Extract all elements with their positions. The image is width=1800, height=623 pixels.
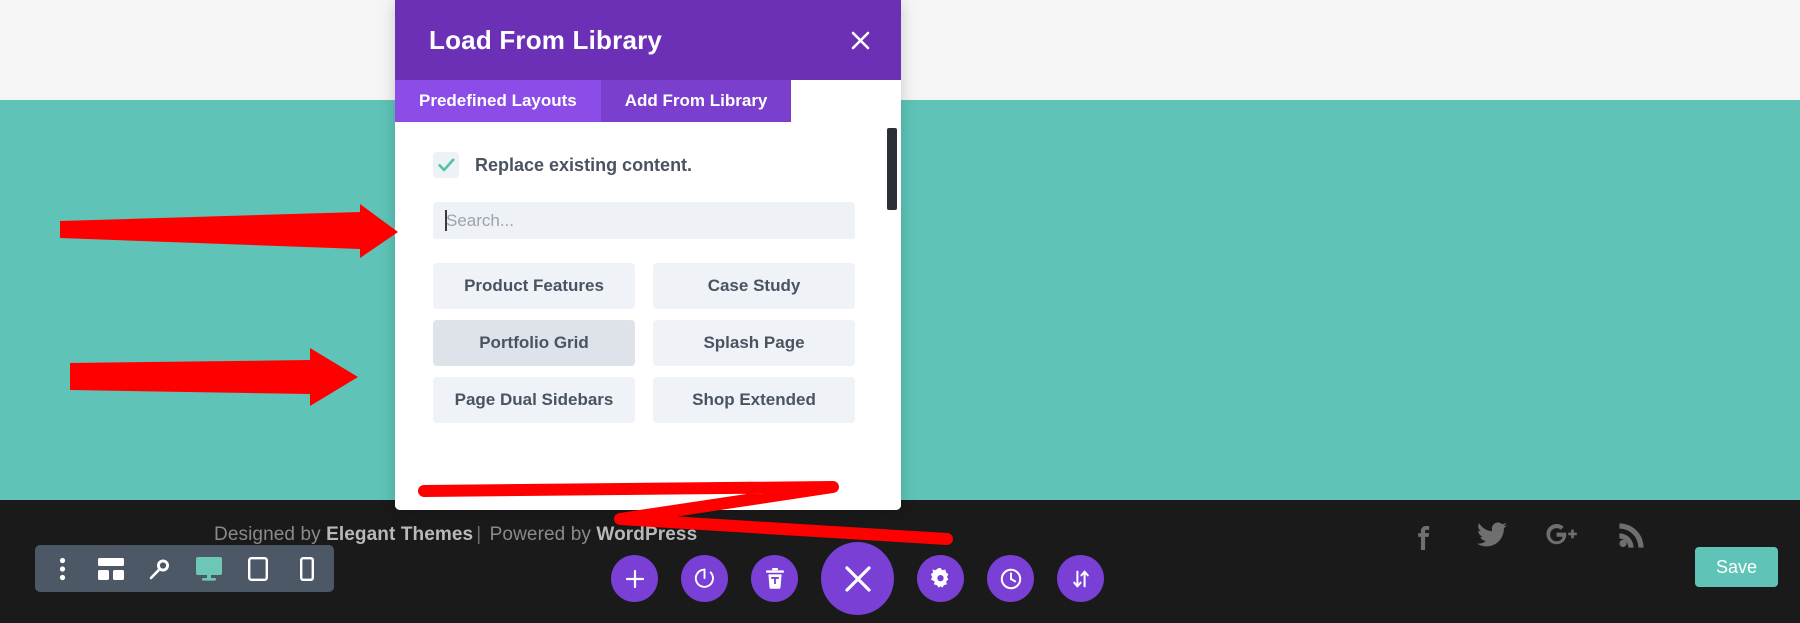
search-field-wrapper	[433, 202, 863, 239]
load-from-library-modal: Load From Library Predefined Layouts Add…	[395, 0, 901, 510]
google-plus-icon[interactable]	[1544, 517, 1580, 553]
layout-button-page-dual-sidebars[interactable]: Page Dual Sidebars	[433, 377, 635, 423]
layout-button-portfolio-grid[interactable]: Portfolio Grid	[433, 320, 635, 366]
credit-middle: Powered by	[484, 524, 597, 545]
modal-scrollbar-thumb[interactable]	[887, 128, 897, 210]
desktop-icon[interactable]	[194, 554, 224, 584]
predefined-layouts-grid: Product Features Case Study Portfolio Gr…	[433, 263, 863, 423]
wireframe-icon[interactable]	[96, 554, 126, 584]
history-icon[interactable]	[987, 555, 1034, 602]
more-options-icon[interactable]	[47, 554, 77, 584]
twitter-icon[interactable]	[1474, 517, 1510, 553]
replace-existing-content-checkbox[interactable]	[433, 152, 459, 178]
zoom-icon[interactable]	[145, 554, 175, 584]
modal-title: Load From Library	[429, 24, 663, 55]
tablet-icon[interactable]	[243, 554, 273, 584]
layout-button-splash-page[interactable]: Splash Page	[653, 320, 855, 366]
tab-predefined-layouts[interactable]: Predefined Layouts	[395, 80, 601, 122]
close-icon[interactable]	[843, 23, 877, 57]
layout-button-product-features[interactable]: Product Features	[433, 263, 635, 309]
add-icon[interactable]	[611, 555, 658, 602]
search-input[interactable]	[433, 202, 855, 239]
sort-icon[interactable]	[1057, 555, 1104, 602]
save-button[interactable]: Save	[1694, 547, 1778, 587]
credit-prefix: Designed by	[214, 524, 327, 545]
tab-add-from-library[interactable]: Add From Library	[600, 80, 792, 122]
text-caret	[445, 210, 447, 231]
viewport-toolbar	[35, 545, 334, 592]
modal-body: Replace existing content. Product Featur…	[395, 122, 901, 510]
modal-tabs: Predefined Layouts Add From Library	[395, 80, 901, 122]
social-links	[1404, 517, 1650, 553]
credit-separator: |	[476, 524, 482, 545]
layout-button-shop-extended[interactable]: Shop Extended	[653, 377, 855, 423]
modal-header: Load From Library	[395, 0, 901, 80]
layout-button-case-study[interactable]: Case Study	[653, 263, 855, 309]
mobile-icon[interactable]	[292, 554, 322, 584]
action-toolbar	[611, 542, 1104, 615]
settings-icon[interactable]	[917, 555, 964, 602]
credit-brand[interactable]: Elegant Themes	[326, 524, 473, 545]
trash-icon[interactable]	[751, 555, 798, 602]
facebook-icon[interactable]	[1404, 517, 1440, 553]
power-icon[interactable]	[681, 555, 728, 602]
close-icon[interactable]	[821, 542, 894, 615]
rss-icon[interactable]	[1614, 517, 1650, 553]
screenshot-stage: Designed by Elegant Themes | Powered by W…	[0, 0, 1800, 623]
replace-existing-content-row: Replace existing content.	[433, 152, 863, 178]
replace-existing-content-label: Replace existing content.	[475, 154, 693, 175]
